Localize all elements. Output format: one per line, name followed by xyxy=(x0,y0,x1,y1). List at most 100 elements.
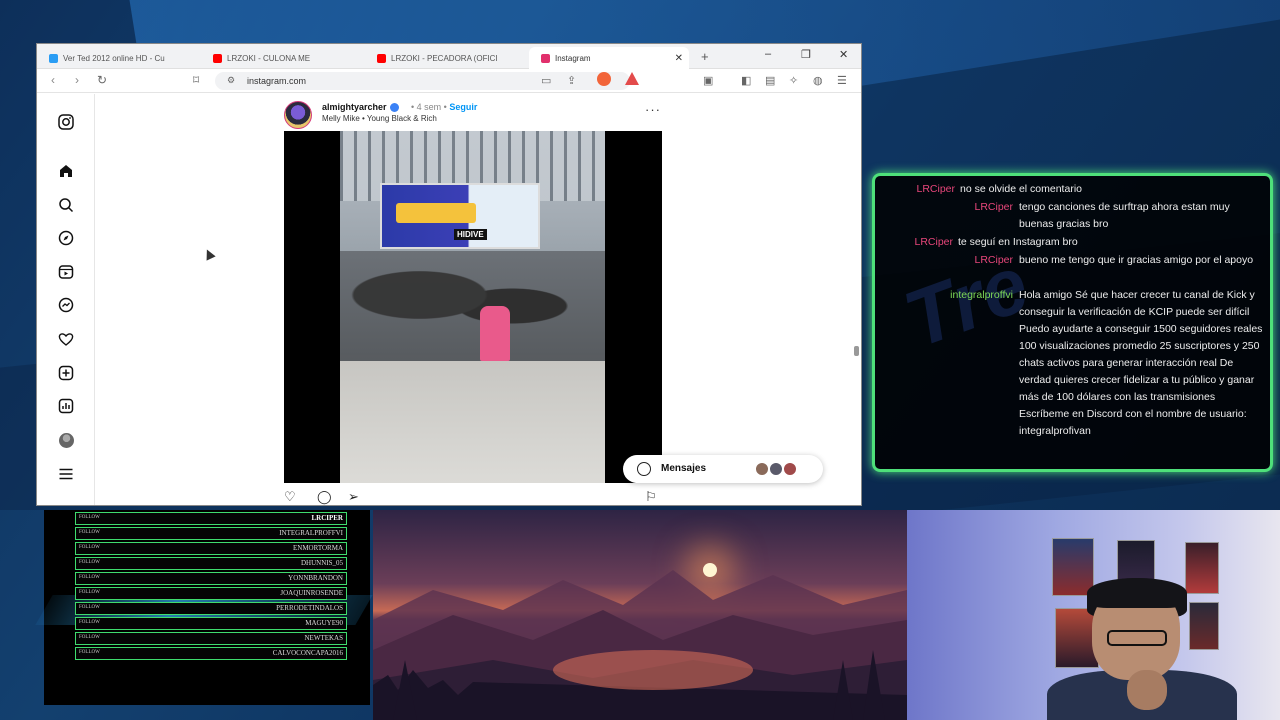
follower-name: PERRODETINDALOS xyxy=(276,604,343,612)
messenger-icon[interactable] xyxy=(56,295,76,315)
vpn-icon[interactable]: ◍ xyxy=(813,74,823,87)
browser-window: Ver Ted 2012 online HD - Cu LRZOKI - CUL… xyxy=(36,43,862,506)
follow-row: FOLLOW INTEGRALPROFFVI xyxy=(75,527,347,540)
messages-label: Mensajes xyxy=(661,463,707,474)
page-scrollbar[interactable] xyxy=(852,94,859,505)
maximize-button[interactable]: ❐ xyxy=(801,48,811,61)
instagram-favicon-icon xyxy=(541,53,550,63)
wall-poster xyxy=(1189,602,1219,650)
tab-instagram[interactable]: Instagram ✕ xyxy=(529,47,689,69)
wall-poster xyxy=(1185,542,1219,594)
tab-label: LRZOKI - CULONA ME xyxy=(227,53,311,63)
wall-poster xyxy=(1052,538,1094,596)
mouse-cursor xyxy=(202,247,216,261)
messages-button[interactable]: Mensajes xyxy=(623,455,823,483)
follow-row: FOLLOW LRCIPER xyxy=(75,512,347,525)
minimize-button[interactable]: – xyxy=(765,48,771,60)
tab-label: Ver Ted 2012 online HD - Cu xyxy=(63,53,165,63)
tab-bar: Ver Ted 2012 online HD - Cu LRZOKI - CUL… xyxy=(37,44,861,69)
verified-badge-icon xyxy=(389,103,399,113)
brave-shield-icon[interactable] xyxy=(597,72,611,86)
dashboard-icon[interactable] xyxy=(56,396,76,416)
tab-lrzoki-culona[interactable]: LRZOKI - CULONA ME xyxy=(201,47,361,69)
more-options-icon[interactable]: ··· xyxy=(645,102,661,117)
new-tab-button[interactable]: + xyxy=(701,49,709,64)
tab-label: Instagram xyxy=(555,53,591,63)
follow-row: FOLLOW PERRODETINDALOS xyxy=(75,602,347,615)
like-icon[interactable]: ♡ xyxy=(284,489,296,505)
close-window-button[interactable]: ✕ xyxy=(839,48,848,61)
tab-lrzoki-pecadora[interactable]: LRZOKI - PECADORA (OFICI xyxy=(365,47,525,69)
chat-username: LRCiper xyxy=(974,201,1013,213)
cast-icon[interactable]: ▭ xyxy=(541,74,551,87)
follow-row: FOLLOW ENMORTORMA xyxy=(75,542,347,555)
chat-username: integralproffvi xyxy=(950,289,1013,301)
follower-name: YONNBRANDON xyxy=(288,574,343,582)
extensions-icon[interactable]: ▤ xyxy=(765,74,775,87)
follower-name: JOAQUINROSENDE xyxy=(280,589,343,597)
follow-row: FOLLOW YONNBRANDON xyxy=(75,572,347,585)
reels-icon[interactable] xyxy=(56,262,76,282)
save-post-icon[interactable]: ⚐ xyxy=(645,489,657,505)
comment-icon[interactable]: ◯ xyxy=(317,489,332,505)
messenger-icon xyxy=(637,462,651,476)
follower-name: NEWTEKAS xyxy=(304,634,344,642)
tab-label: LRZOKI - PECADORA (OFICI xyxy=(391,53,498,63)
chat-username: LRCiper xyxy=(914,236,953,248)
forward-icon[interactable]: › xyxy=(75,73,79,87)
brave-rewards-icon[interactable] xyxy=(625,72,639,85)
tab-ted[interactable]: Ver Ted 2012 online HD - Cu xyxy=(37,47,197,69)
share-icon[interactable]: ⇪ xyxy=(567,74,576,87)
chat-username: LRCiper xyxy=(974,254,1013,266)
chat-text: no se olvide el comentario xyxy=(960,183,1082,195)
youtube-favicon-icon xyxy=(213,53,222,63)
close-tab-icon[interactable]: ✕ xyxy=(675,53,683,64)
leo-ai-icon[interactable]: ✧ xyxy=(789,74,798,87)
explore-icon[interactable] xyxy=(56,228,76,248)
back-icon[interactable]: ‹ xyxy=(51,73,55,87)
post-meta: • 4 sem • Seguir xyxy=(411,102,478,112)
follower-name: ENMORTORMA xyxy=(292,544,343,552)
post-username[interactable]: almightyarcher xyxy=(322,102,399,113)
convention-banner: HIDIVE xyxy=(380,183,540,249)
follow-row: FOLLOW JOAQUINROSENDE xyxy=(75,587,347,600)
post-header: almightyarcher • 4 sem • Seguir Melly Mi… xyxy=(284,100,664,129)
message-avatar xyxy=(755,462,769,476)
home-icon[interactable] xyxy=(56,161,76,181)
profile-avatar[interactable] xyxy=(56,430,76,450)
bookmark-icon[interactable]: ⌑ xyxy=(193,73,199,87)
follow-row: FOLLOW NEWTEKAS xyxy=(75,632,347,645)
instagram-logo-icon[interactable] xyxy=(56,112,76,132)
message-avatar xyxy=(783,462,797,476)
video-frame: HIDIVE xyxy=(340,131,605,483)
tab-favicon-icon xyxy=(49,53,58,63)
heart-icon[interactable] xyxy=(56,329,76,349)
follower-name: MAGUYE90 xyxy=(305,619,343,627)
sidebar-toggle-icon[interactable]: ◧ xyxy=(741,74,751,87)
menu-icon[interactable] xyxy=(56,464,76,484)
post-author-avatar[interactable] xyxy=(284,101,312,129)
stream-chat-overlay: Tre LRCiper no se olvide el comentario L… xyxy=(872,173,1273,472)
post-actions: ♡ ◯ ➢ ⚐ xyxy=(284,489,664,505)
wallet-icon[interactable]: ▣ xyxy=(703,74,713,87)
create-icon[interactable] xyxy=(56,363,76,383)
chat-text: te seguí en Instagram bro xyxy=(958,236,1078,248)
share-post-icon[interactable]: ➢ xyxy=(348,489,359,505)
reload-icon[interactable]: ↻ xyxy=(97,73,107,87)
sunset-landscape-image xyxy=(373,510,907,720)
youtube-favicon-icon xyxy=(377,53,386,63)
recent-follows-panel: FOLLOW LRCIPER FOLLOW INTEGRALPROFFVI FOLL… xyxy=(35,510,373,705)
post-video[interactable]: HIDIVE xyxy=(284,131,662,483)
chat-username: LRCiper xyxy=(916,183,955,195)
post-audio-link[interactable]: Melly Mike • Young Black & Rich xyxy=(322,114,437,123)
site-info-icon[interactable]: ⚙ xyxy=(227,75,235,86)
follow-row: FOLLOW DHUNNIS_05 xyxy=(75,557,347,570)
chat-text: tengo canciones de surftrap ahora estan … xyxy=(1019,201,1230,230)
follower-name: DHUNNIS_05 xyxy=(301,559,343,567)
dancer-figure xyxy=(480,306,510,361)
search-icon[interactable] xyxy=(56,195,76,215)
follow-button[interactable]: Seguir xyxy=(449,102,477,112)
banner-hidive-text: HIDIVE xyxy=(454,229,487,240)
app-menu-icon[interactable]: ☰ xyxy=(837,74,847,87)
follower-name: CALVOCONCAPA2016 xyxy=(272,649,343,657)
